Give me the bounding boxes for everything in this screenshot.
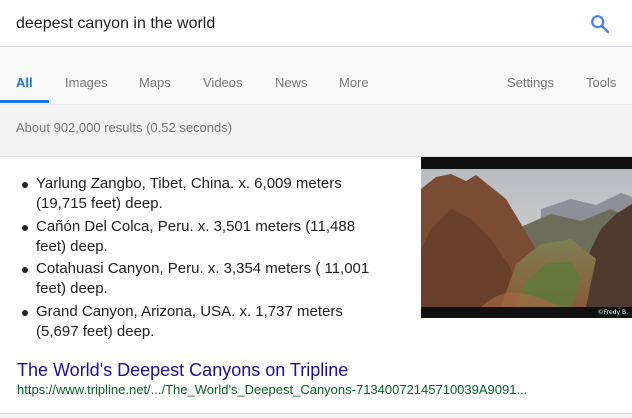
list-item: Cañón Del Colca, Peru. x. 3,501 meters (… (20, 217, 400, 257)
search-input[interactable] (16, 12, 576, 36)
search-icon[interactable] (589, 13, 611, 35)
tools-link[interactable]: Tools (586, 75, 616, 90)
list-item: Cotahuasi Canyon, Peru. x. 3,354 meters … (20, 259, 400, 299)
search-bar (0, 0, 632, 47)
tab-news[interactable]: News (275, 75, 308, 90)
list-item: Grand Canyon, Arizona, USA. x. 1,737 met… (20, 302, 400, 342)
canyon-image[interactable]: ©Fredy B. (421, 157, 632, 318)
snippet-list: Yarlung Zangbo, Tibet, China. x. 6,009 m… (20, 174, 400, 344)
list-item-line2: (5,697 feet) deep. (36, 322, 155, 340)
tab-more[interactable]: More (339, 75, 369, 90)
bullet-icon (22, 267, 28, 273)
tab-maps[interactable]: Maps (139, 75, 171, 90)
result-stats: About 902,000 results (0.52 seconds) (16, 120, 233, 135)
list-item-line2: feet) deep. (36, 237, 108, 255)
list-item-line1: Yarlung Zangbo, Tibet, China. x. 6,009 m… (36, 175, 342, 192)
result-url[interactable]: https://www.tripline.net/.../The_World's… (17, 382, 582, 397)
featured-snippet: Yarlung Zangbo, Tibet, China. x. 6,009 m… (0, 156, 632, 414)
bullet-icon (22, 182, 28, 188)
active-tab-indicator (0, 100, 49, 103)
tab-images[interactable]: Images (65, 75, 108, 90)
list-item-line2: (19,715 feet) deep. (36, 195, 163, 212)
image-watermark: ©Fredy B. (597, 309, 628, 316)
tabs-bar: All Images Maps Videos News More Setting… (0, 47, 632, 105)
list-item-line1: Cotahuasi Canyon, Peru. x. 3,354 meters … (36, 260, 370, 277)
list-item-line2: feet) deep. (36, 280, 108, 297)
tab-videos[interactable]: Videos (203, 75, 243, 90)
list-item-line1: Grand Canyon, Arizona, USA. x. 1,737 met… (36, 302, 343, 320)
list-item: Yarlung Zangbo, Tibet, China. x. 6,009 m… (20, 174, 400, 214)
result-title-link[interactable]: The World's Deepest Canyons on Tripline (17, 360, 348, 381)
list-item-line1: Cañón Del Colca, Peru. x. 3,501 meters (… (36, 217, 356, 235)
tab-all[interactable]: All (16, 75, 33, 90)
settings-link[interactable]: Settings (507, 75, 554, 90)
bullet-icon (22, 224, 28, 231)
bullet-icon (22, 309, 28, 316)
